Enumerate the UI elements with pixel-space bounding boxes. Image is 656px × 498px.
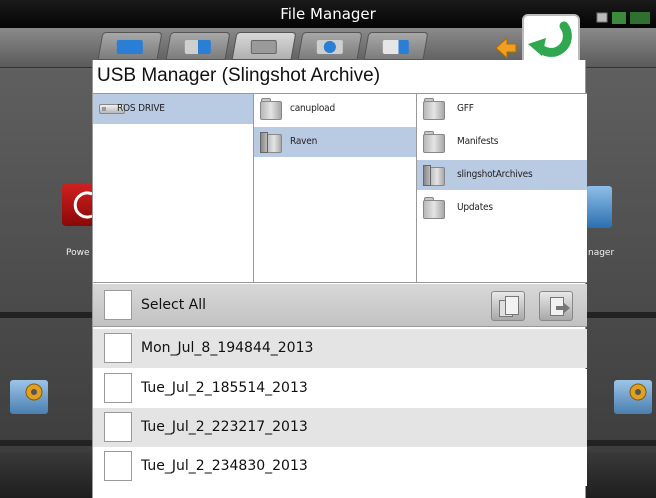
folder-label: Raven	[290, 136, 318, 147]
tab-transfer[interactable]	[165, 32, 231, 60]
file-checkbox[interactable]	[104, 373, 132, 403]
tab-sync[interactable]	[297, 32, 363, 60]
refresh-button[interactable]	[522, 14, 580, 66]
refresh-icon	[528, 21, 572, 57]
folder-item[interactable]: canupload	[254, 94, 416, 124]
manager-app-label: nager	[588, 248, 615, 258]
folder-icon	[423, 197, 445, 219]
copy-button[interactable]	[491, 291, 525, 321]
browser-column-folders: canupload Raven	[254, 94, 417, 282]
folder-icon	[423, 131, 445, 153]
drive-item[interactable]: ROS DRIVE	[93, 94, 253, 124]
file-name: Mon_Jul_8_194844_2013	[141, 340, 314, 356]
browser-column-drives: ROS DRIVE	[93, 94, 254, 282]
folder-item[interactable]: Updates	[417, 193, 587, 223]
select-all-checkbox[interactable]	[104, 290, 132, 320]
system-status-icons	[596, 10, 652, 26]
folder-label: Manifests	[457, 136, 499, 147]
dialog-title: USB Manager (Slingshot Archive)	[97, 65, 381, 86]
folder-label: canupload	[290, 103, 336, 114]
folder-icon	[423, 98, 445, 120]
select-all-label: Select All	[141, 297, 206, 313]
folder-label: Updates	[457, 202, 493, 213]
file-row[interactable]: Tue_Jul_2_234830_2013	[93, 447, 587, 486]
file-name: Tue_Jul_2_185514_2013	[141, 380, 308, 396]
tab-computer-drive[interactable]	[97, 32, 163, 60]
export-icon	[382, 40, 409, 54]
file-name: Tue_Jul_2_234830_2013	[141, 458, 308, 474]
move-button[interactable]	[539, 291, 573, 321]
transfer-icon	[184, 40, 211, 54]
folder-item[interactable]: GFF	[417, 94, 587, 124]
browser-column-subfolders: GFF Manifests slingshotArchives Updates	[417, 94, 587, 282]
tab-export[interactable]	[363, 32, 429, 60]
sync-icon	[316, 40, 343, 54]
folder-item[interactable]: slingshotArchives	[417, 160, 587, 190]
folder-browser: ROS DRIVE canupload Raven GFF Manifests	[93, 93, 587, 283]
file-checkbox[interactable]	[104, 333, 132, 363]
folder-item[interactable]: Raven	[254, 127, 416, 157]
file-checkbox[interactable]	[104, 412, 132, 442]
manager-app-icon[interactable]	[586, 186, 612, 228]
folder-item[interactable]: Manifests	[417, 127, 587, 157]
folder-icon	[260, 98, 282, 120]
computer-drive-icon	[116, 40, 143, 54]
open-folder-icon	[423, 164, 445, 186]
power-app-label: Powe	[66, 248, 90, 258]
settings-gear-icon[interactable]	[614, 380, 652, 414]
tab-usb-drive[interactable]	[231, 32, 297, 60]
open-folder-icon	[260, 131, 282, 153]
back-arrow-icon[interactable]	[495, 36, 518, 60]
file-row[interactable]: Mon_Jul_8_194844_2013	[93, 329, 587, 368]
usb-manager-dialog: USB Manager (Slingshot Archive) ROS DRIV…	[92, 60, 587, 498]
settings-gear-icon[interactable]	[10, 380, 48, 414]
file-row[interactable]: Tue_Jul_2_223217_2013	[93, 408, 587, 447]
file-row[interactable]: Tue_Jul_2_185514_2013	[93, 369, 587, 408]
folder-label: GFF	[457, 103, 474, 114]
folder-label: slingshotArchives	[457, 169, 533, 180]
usb-drive-icon	[250, 40, 277, 54]
file-checkbox[interactable]	[104, 451, 132, 481]
file-name: Tue_Jul_2_223217_2013	[141, 419, 308, 435]
file-list-header: Select All	[93, 284, 587, 327]
drive-label: ROS DRIVE	[117, 103, 165, 114]
